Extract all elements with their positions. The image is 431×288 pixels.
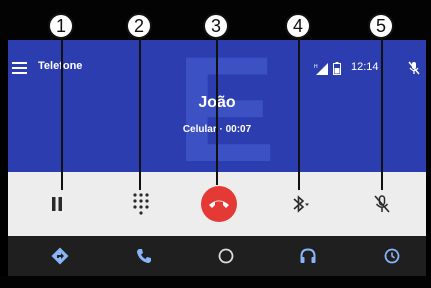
callout-5: 5 <box>368 13 394 39</box>
callout-3: 3 <box>203 13 229 39</box>
dialpad-icon <box>133 193 149 215</box>
signal-icon: H <box>314 63 328 75</box>
dialpad-button[interactable] <box>101 172 181 236</box>
photo-frame-bottom <box>0 276 431 288</box>
nav-bar <box>8 236 426 276</box>
callout-leader-5 <box>381 39 383 190</box>
callout-1: 1 <box>48 13 74 39</box>
callout-leader-2 <box>139 39 141 190</box>
clock: 12:14 <box>351 61 379 73</box>
phone-call-screen: E Telefone H 12:14 João Celular · 00:07 <box>0 0 431 288</box>
nav-item-audio[interactable] <box>274 236 344 276</box>
phone-icon <box>137 249 151 263</box>
callout-leader-4 <box>298 39 300 190</box>
nav-item-navigation[interactable] <box>26 236 96 276</box>
mic-off-icon[interactable] <box>406 60 422 76</box>
nav-item-phone[interactable] <box>110 236 180 276</box>
mute-button[interactable] <box>340 172 420 236</box>
callout-2: 2 <box>126 13 152 39</box>
callout-leader-3 <box>216 39 218 185</box>
callout-leader-1 <box>61 39 63 190</box>
battery-icon <box>333 62 341 75</box>
end-call-icon <box>209 200 229 208</box>
bluetooth-audio-icon <box>293 195 309 213</box>
headphones-icon <box>300 248 316 263</box>
pause-icon <box>52 197 62 211</box>
menu-icon[interactable] <box>12 62 27 74</box>
home-circle-icon <box>218 248 234 264</box>
mic-off-icon <box>374 195 390 213</box>
nav-item-home[interactable] <box>192 236 262 276</box>
history-icon <box>384 248 400 264</box>
pause-button[interactable] <box>18 172 98 236</box>
nav-item-recents[interactable] <box>358 236 428 276</box>
svg-text:H: H <box>314 64 318 70</box>
end-call-button[interactable] <box>201 186 237 222</box>
navigation-icon <box>51 247 69 265</box>
callout-4: 4 <box>285 13 311 39</box>
